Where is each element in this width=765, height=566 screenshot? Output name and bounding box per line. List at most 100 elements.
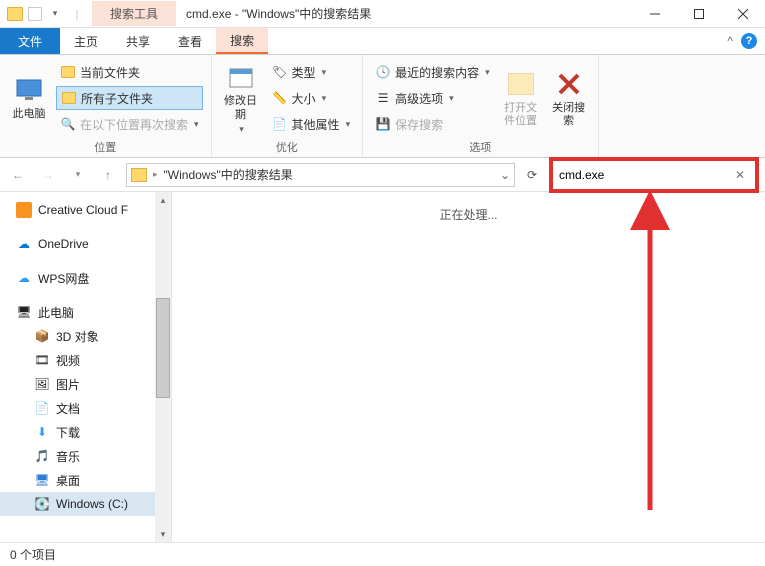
folder-icon: [131, 168, 147, 182]
forward-button[interactable]: →: [36, 163, 60, 187]
ribbon-group-refine: 修改日期 ▾ 🏷类型▾ 📏大小▾ 📄其他属性▾ 优化: [212, 55, 364, 157]
other-props-button[interactable]: 📄其他属性▾: [268, 112, 355, 136]
group-label-location: 位置: [8, 137, 203, 155]
address-bar: ← → ▾ ↑ ▸ "Windows"中的搜索结果 ⌄ ⟳ ✕: [0, 158, 765, 192]
status-bar: 0 个项目: [0, 542, 765, 566]
address-text: "Windows"中的搜索结果: [164, 166, 293, 183]
navigation-pane[interactable]: Creative Cloud F ☁OneDrive ☁WPS网盘 🖥此电脑 📦…: [0, 192, 172, 542]
ribbon-group-location: 此电脑 当前文件夹 所有子文件夹 🔍在以下位置再次搜索▾ 位置: [0, 55, 212, 157]
tab-view[interactable]: 查看: [164, 28, 216, 54]
clear-search-icon[interactable]: ✕: [731, 168, 749, 182]
close-button[interactable]: [721, 0, 765, 28]
creative-cloud-icon: [16, 202, 32, 218]
context-tab-label: 搜索工具: [92, 1, 176, 26]
clock-icon: 🕓: [375, 64, 391, 80]
document-icon: 📄: [34, 400, 50, 416]
quick-access-toolbar: ▾ |: [0, 5, 92, 23]
nav-music[interactable]: 🎵音乐: [0, 444, 171, 468]
monitor-icon: [13, 74, 45, 106]
list-icon: ☰: [375, 90, 391, 106]
close-x-icon: [553, 68, 585, 100]
help-icon[interactable]: ?: [741, 33, 757, 49]
type-icon: 🏷: [272, 64, 288, 80]
scroll-down-icon[interactable]: ▾: [161, 526, 166, 542]
wps-icon: ☁: [16, 270, 32, 286]
address-chevron-icon: ▸: [153, 169, 158, 180]
chevron-up-icon[interactable]: ^: [727, 34, 733, 48]
qat-dropdown-icon[interactable]: ▾: [46, 5, 64, 23]
modify-date-button[interactable]: 修改日期 ▾: [220, 59, 262, 137]
nav-wps[interactable]: ☁WPS网盘: [0, 266, 171, 290]
type-button[interactable]: 🏷类型▾: [268, 60, 355, 84]
tab-file[interactable]: 文件: [0, 28, 60, 54]
download-icon: ⬇: [34, 424, 50, 440]
desktop-icon: 🖥: [34, 472, 50, 488]
window-title: cmd.exe - "Windows"中的搜索结果: [176, 1, 633, 26]
close-search-button[interactable]: 关闭搜索: [548, 59, 590, 137]
processing-text: 正在处理...: [172, 206, 765, 223]
recent-dropdown[interactable]: ▾: [66, 163, 90, 187]
address-dropdown-icon[interactable]: ⌄: [500, 168, 510, 182]
size-icon: 📏: [272, 90, 288, 106]
music-icon: 🎵: [34, 448, 50, 464]
minimize-button[interactable]: [633, 0, 677, 28]
recent-searches-button[interactable]: 🕓最近的搜索内容▾: [371, 60, 494, 84]
address-field[interactable]: ▸ "Windows"中的搜索结果 ⌄: [126, 163, 515, 187]
nav-windows-c[interactable]: 💽Windows (C:): [0, 492, 171, 516]
tab-share[interactable]: 共享: [112, 28, 164, 54]
nav-3d-objects[interactable]: 📦3D 对象: [0, 324, 171, 348]
nav-videos[interactable]: 🎞视频: [0, 348, 171, 372]
back-button[interactable]: ←: [6, 163, 30, 187]
save-icon: 💾: [375, 116, 391, 132]
nav-creative-cloud[interactable]: Creative Cloud F: [0, 198, 171, 222]
maximize-button[interactable]: [677, 0, 721, 28]
group-label-refine: 优化: [220, 137, 355, 155]
advanced-options-button[interactable]: ☰高级选项▾: [371, 86, 494, 110]
ribbon-tabs: 文件 主页 共享 查看 搜索 ^ ?: [0, 28, 765, 55]
drive-icon: 💽: [34, 496, 50, 512]
folder-icon: [6, 5, 24, 23]
item-count: 0 个项目: [10, 546, 56, 563]
folder-tree-icon: [61, 90, 77, 106]
group-label-options: 选项: [371, 137, 590, 155]
content-area: Creative Cloud F ☁OneDrive ☁WPS网盘 🖥此电脑 📦…: [0, 192, 765, 542]
up-button[interactable]: ↑: [96, 163, 120, 187]
nav-desktop[interactable]: 🖥桌面: [0, 468, 171, 492]
tab-home[interactable]: 主页: [60, 28, 112, 54]
nav-documents[interactable]: 📄文档: [0, 396, 171, 420]
results-pane: 正在处理...: [172, 192, 765, 542]
nav-scrollbar[interactable]: ▴ ▾: [155, 192, 171, 542]
search-box[interactable]: ✕: [549, 157, 759, 193]
monitor-icon: 🖥: [16, 304, 32, 320]
tab-search[interactable]: 搜索: [216, 28, 268, 54]
ribbon-group-options: 🕓最近的搜索内容▾ ☰高级选项▾ 💾保存搜索 打开文件位置 关闭搜索 选项: [363, 55, 599, 157]
this-pc-button[interactable]: 此电脑: [8, 59, 50, 137]
open-location-button[interactable]: 打开文件位置: [500, 59, 542, 137]
onedrive-icon: ☁: [16, 236, 32, 252]
current-folder-button[interactable]: 当前文件夹: [56, 60, 203, 84]
folder-icon: [60, 64, 76, 80]
calendar-icon: [225, 61, 257, 93]
search-again-icon: 🔍: [60, 116, 76, 132]
nav-this-pc[interactable]: 🖥此电脑: [0, 300, 171, 324]
size-button[interactable]: 📏大小▾: [268, 86, 355, 110]
properties-icon[interactable]: [28, 7, 42, 21]
video-icon: 🎞: [34, 352, 50, 368]
cube-icon: 📦: [34, 328, 50, 344]
nav-downloads[interactable]: ⬇下载: [0, 420, 171, 444]
nav-onedrive[interactable]: ☁OneDrive: [0, 232, 171, 256]
props-icon: 📄: [272, 116, 288, 132]
title-bar: ▾ | 搜索工具 cmd.exe - "Windows"中的搜索结果: [0, 0, 765, 28]
all-subfolders-button[interactable]: 所有子文件夹: [56, 86, 203, 110]
ribbon: 此电脑 当前文件夹 所有子文件夹 🔍在以下位置再次搜索▾ 位置 修改日期 ▾ 🏷…: [0, 55, 765, 158]
search-input[interactable]: [559, 165, 731, 185]
save-search-button[interactable]: 💾保存搜索: [371, 112, 494, 136]
qat-divider: |: [68, 5, 86, 23]
refresh-button[interactable]: ⟳: [521, 164, 543, 186]
scroll-thumb[interactable]: [156, 298, 170, 398]
scroll-up-icon[interactable]: ▴: [161, 192, 166, 208]
window-controls: [633, 0, 765, 28]
search-again-button[interactable]: 🔍在以下位置再次搜索▾: [56, 112, 203, 136]
nav-pictures[interactable]: 🖼图片: [0, 372, 171, 396]
picture-icon: 🖼: [34, 376, 50, 392]
